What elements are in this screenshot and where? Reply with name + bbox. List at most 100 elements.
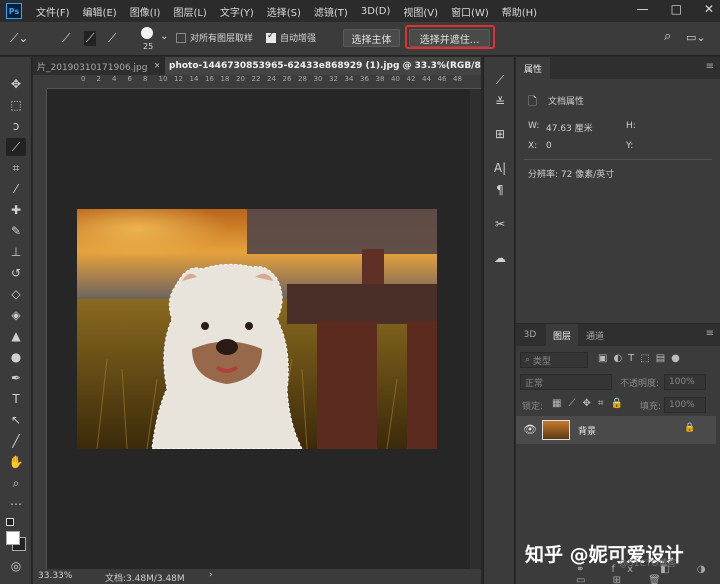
options-bar: ⟋⌄ ⟋ ⟋ ⟋ 25 ⌄ 对所有图层取样 自动增强 选择主体 选择并遮住...… xyxy=(0,22,720,56)
menu-image[interactable]: 图像(I) xyxy=(130,4,161,19)
ruler-tick-label: 6 xyxy=(127,75,132,83)
menu-layer[interactable]: 图层(L) xyxy=(173,4,206,19)
history-panel-icon[interactable]: ⟋ xyxy=(491,71,509,89)
clone-stamp-tool-icon[interactable]: ⊥ xyxy=(6,243,26,261)
layers-tabbar: 3D 图层 通道 ≡ xyxy=(516,324,720,346)
menu-edit[interactable]: 编辑(E) xyxy=(83,4,117,19)
close-tab-icon[interactable]: × xyxy=(153,61,159,71)
swap-colors-icon[interactable] xyxy=(6,518,14,526)
path-selection-tool-icon[interactable]: ↖ xyxy=(6,411,26,429)
eyedropper-tool-icon[interactable]: ⁄ xyxy=(6,180,26,198)
quick-select-tool-icon[interactable]: ⟋⌄ xyxy=(10,31,28,46)
blend-mode-select[interactable]: 正常 xyxy=(520,374,612,390)
tab-label: 片_20190310171906.jpg xyxy=(37,62,148,73)
menu-type[interactable]: 文字(Y) xyxy=(220,4,254,19)
brush-tool-icon[interactable]: ✎ xyxy=(6,222,26,240)
restore-icon[interactable]: □ xyxy=(671,2,682,16)
menu-view[interactable]: 视图(V) xyxy=(403,4,438,19)
new-selection-icon[interactable]: ⟋ xyxy=(62,31,70,46)
panel-menu-icon[interactable]: ≡ xyxy=(706,328,714,339)
fill-input[interactable]: 100% xyxy=(664,397,706,413)
quick-mask-icon[interactable]: ◎ xyxy=(6,557,26,575)
layer-name[interactable]: 背景 xyxy=(578,424,596,437)
tab-channels[interactable]: 通道 xyxy=(580,324,610,346)
chevron-down-icon[interactable]: ⌄ xyxy=(160,31,168,42)
highlight-box xyxy=(405,25,495,49)
brush-preview-icon[interactable] xyxy=(141,27,153,39)
opacity-input[interactable]: 100% xyxy=(664,374,706,390)
blur-tool-icon[interactable]: ▲ xyxy=(6,327,26,345)
pen-tool-icon[interactable]: ✒ xyxy=(6,369,26,387)
filter-search-icon: ⌕ xyxy=(525,355,531,365)
ruler-tick-label: 38 xyxy=(375,75,385,83)
select-subject-button[interactable]: 选择主体 xyxy=(343,29,400,47)
tab-3d[interactable]: 3D xyxy=(516,324,544,346)
menu-file[interactable]: 文件(F) xyxy=(36,4,70,19)
tool-presets-icon[interactable]: ✂ xyxy=(491,215,509,233)
canvas-area[interactable] xyxy=(47,89,481,569)
crop-tool-icon[interactable]: ⌗ xyxy=(6,159,26,177)
zoom-tool-icon[interactable]: ⌕ xyxy=(6,474,26,492)
ruler-tick-label: 42 xyxy=(406,75,416,83)
close-icon[interactable]: ✕ xyxy=(704,2,714,16)
ruler-tick-label: 44 xyxy=(422,75,431,83)
document-tabs: 片_20190310171906.jpg × photo-14467308539… xyxy=(33,57,481,75)
menu-3d[interactable]: 3D(D) xyxy=(361,6,391,17)
more-tools-icon[interactable]: ⋯ xyxy=(6,495,26,513)
ruler-tick-label: 8 xyxy=(143,75,148,83)
lock-icon[interactable]: 🔒 xyxy=(684,423,695,433)
x-label: X: xyxy=(528,141,538,151)
panel-menu-icon[interactable]: ≡ xyxy=(706,61,714,72)
paint-bucket-tool-icon[interactable]: ◈ xyxy=(6,306,26,324)
eye-icon[interactable]: 👁 xyxy=(523,423,537,436)
search-icon[interactable]: ⌕ xyxy=(664,29,671,44)
properties-panel: 属性 ≡ 🗋 文档属性 W: 47.63 厘米 H: X: 0 Y: 分辨率: … xyxy=(516,57,720,323)
quick-selection-tool-icon[interactable]: ⟋ xyxy=(6,138,26,156)
layer-row[interactable]: 👁 背景 🔒 xyxy=(516,416,716,444)
dodge-tool-icon[interactable]: ● xyxy=(6,348,26,366)
tab-layers[interactable]: 图层 xyxy=(546,324,578,346)
paragraph-panel-icon[interactable]: ¶ xyxy=(491,181,509,199)
layer-comps-icon[interactable]: ⊞ xyxy=(491,125,509,143)
history-brush-tool-icon[interactable]: ↺ xyxy=(6,264,26,282)
x-value[interactable]: 0 xyxy=(546,141,552,151)
vertical-scrollbar[interactable] xyxy=(470,89,481,569)
eraser-tool-icon[interactable]: ◇ xyxy=(6,285,26,303)
menu-help[interactable]: 帮助(H) xyxy=(502,4,537,19)
tab-document-2[interactable]: photo-1446730853965-62433e868929 (1).jpg… xyxy=(165,57,481,75)
marquee-tool-icon[interactable]: ⬚ xyxy=(6,96,26,114)
libraries-icon[interactable]: ☁ xyxy=(491,249,509,267)
sample-all-layers-checkbox[interactable] xyxy=(176,33,186,43)
foreground-color-swatch[interactable] xyxy=(6,531,20,545)
tab-document-1[interactable]: 片_20190310171906.jpg × xyxy=(33,57,159,75)
line-tool-icon[interactable]: ╱ xyxy=(6,432,26,450)
menu-window[interactable]: 窗口(W) xyxy=(451,4,489,19)
width-value[interactable]: 47.63 厘米 xyxy=(546,121,593,134)
type-tool-icon[interactable]: T xyxy=(6,390,26,408)
workspace-icon[interactable]: ▭⌄ xyxy=(686,31,706,44)
status-menu-arrow-icon[interactable]: › xyxy=(209,570,213,580)
lasso-tool-icon[interactable]: ↄ xyxy=(6,117,26,135)
ruler-tick-label: 0 xyxy=(81,75,86,83)
ruler-tick-label: 18 xyxy=(220,75,230,83)
menu-select[interactable]: 选择(S) xyxy=(267,4,301,19)
add-to-selection-icon[interactable]: ⟋ xyxy=(84,31,97,46)
layer-filter-icons[interactable]: ▣◐T⬚▤● xyxy=(598,353,686,364)
hand-tool-icon[interactable]: ✋ xyxy=(6,453,26,471)
menu-filter[interactable]: 滤镜(T) xyxy=(314,4,348,19)
auto-enhance-checkbox[interactable] xyxy=(266,31,276,43)
dog-photo xyxy=(77,209,437,449)
subtract-selection-icon[interactable]: ⟋ xyxy=(108,31,116,46)
document-image[interactable] xyxy=(77,209,437,449)
move-tool-icon[interactable]: ✥ xyxy=(6,75,26,93)
zoom-level[interactable]: 33.33% xyxy=(38,571,72,581)
tab-properties[interactable]: 属性 xyxy=(516,57,550,79)
ruler-tick-label: 48 xyxy=(453,75,462,83)
healing-brush-tool-icon[interactable]: ✚ xyxy=(6,201,26,219)
character-panel-icon[interactable]: A| xyxy=(491,159,509,177)
lock-label: 锁定: xyxy=(522,402,544,412)
minimize-icon[interactable]: — xyxy=(637,2,649,16)
adjustments-panel-icon[interactable]: ≚ xyxy=(491,93,509,111)
lock-icons[interactable]: ▦⟋✥⌗🔒 xyxy=(552,398,630,409)
layer-filter-kind[interactable]: ⌕ 类型 xyxy=(520,352,588,368)
